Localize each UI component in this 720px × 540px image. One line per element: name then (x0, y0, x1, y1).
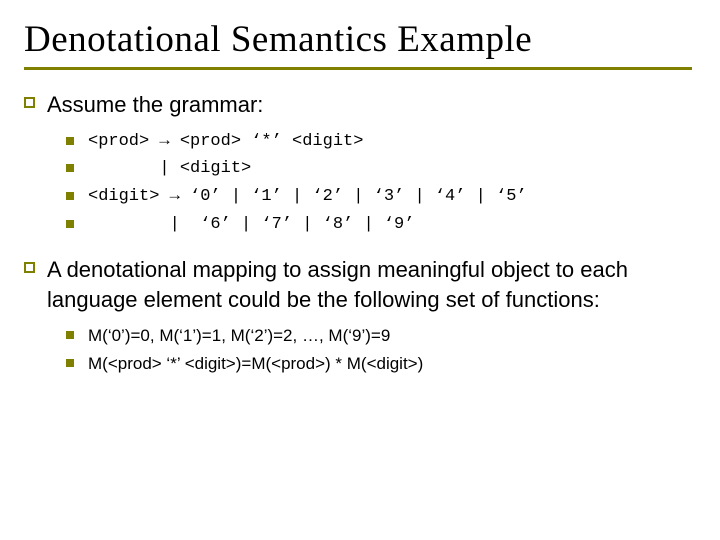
mapping-rule: M(<prod> ‘*’ <digit>)=M(<prod>) * M(<dig… (88, 352, 423, 376)
list-item: | ‘6’ | ‘7’ | ‘8’ | ‘9’ (66, 213, 692, 237)
list-item: M(‘0’)=0, M(‘1’)=1, M(‘2’)=2, …, M(‘9’)=… (66, 324, 692, 348)
grammar-rule: | ‘6’ | ‘7’ | ‘8’ | ‘9’ (88, 213, 414, 237)
grammar-rule: <prod> → <prod> ‘*’ <digit> (88, 130, 363, 154)
square-solid-icon (66, 331, 74, 339)
square-open-icon (24, 97, 35, 108)
grammar-rule: <digit> → ‘0’ | ‘1’ | ‘2’ | ‘3’ | ‘4’ | … (88, 185, 527, 209)
bullet-level1: Assume the grammar: (24, 90, 692, 120)
list-item: | <digit> (66, 157, 692, 181)
square-solid-icon (66, 359, 74, 367)
square-open-icon (24, 262, 35, 273)
title-underline (24, 67, 692, 70)
square-solid-icon (66, 164, 74, 172)
grammar-rule: | <digit> (88, 157, 251, 181)
square-solid-icon (66, 192, 74, 200)
square-solid-icon (66, 220, 74, 228)
square-solid-icon (66, 137, 74, 145)
mapping-list: M(‘0’)=0, M(‘1’)=1, M(‘2’)=2, …, M(‘9’)=… (66, 324, 692, 376)
bullet-level1: A denotational mapping to assign meaning… (24, 255, 692, 314)
list-item: <prod> → <prod> ‘*’ <digit> (66, 130, 692, 154)
mapping-rule: M(‘0’)=0, M(‘1’)=1, M(‘2’)=2, …, M(‘9’)=… (88, 324, 390, 348)
list-item: M(<prod> ‘*’ <digit>)=M(<prod>) * M(<dig… (66, 352, 692, 376)
slide-title: Denotational Semantics Example (24, 18, 692, 61)
section-grammar: Assume the grammar: <prod> → <prod> ‘*’ … (24, 90, 692, 237)
section-mapping: A denotational mapping to assign meaning… (24, 255, 692, 376)
list-item: <digit> → ‘0’ | ‘1’ | ‘2’ | ‘3’ | ‘4’ | … (66, 185, 692, 209)
grammar-rules-list: <prod> → <prod> ‘*’ <digit> | <digit> <d… (66, 130, 692, 237)
section-heading: A denotational mapping to assign meaning… (47, 255, 692, 314)
section-heading: Assume the grammar: (47, 90, 263, 120)
